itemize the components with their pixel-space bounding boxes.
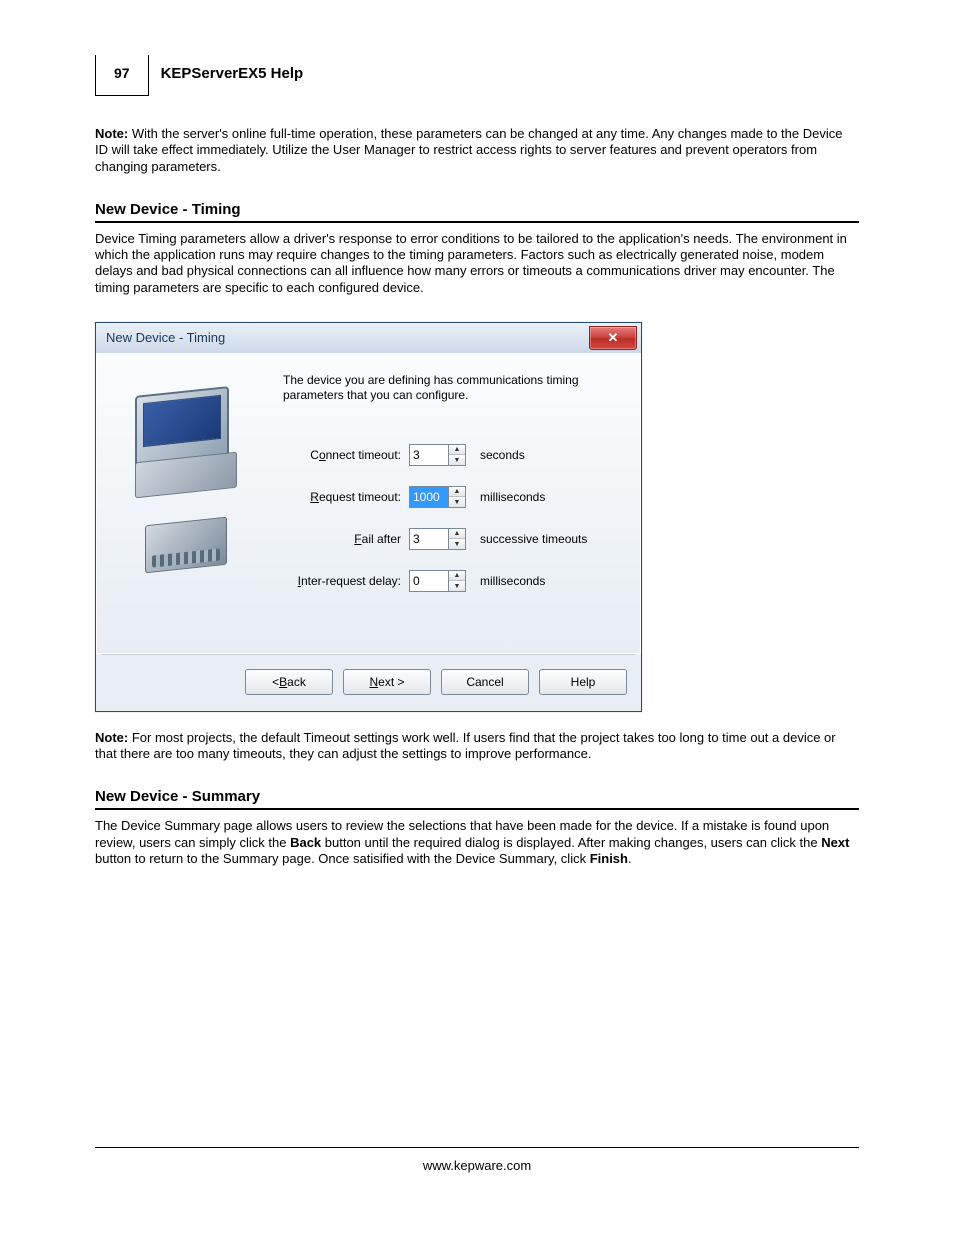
inter-request-row: Inter-request delay: ▲ ▼ milliseconds	[283, 570, 626, 592]
inter-request-label: Inter-request delay:	[283, 574, 401, 588]
fail-after-input[interactable]	[409, 528, 449, 550]
note-label: Note:	[95, 730, 128, 745]
page-footer: www.kepware.com	[95, 1147, 859, 1173]
cancel-button[interactable]: Cancel	[441, 669, 529, 695]
help-button[interactable]: Help	[539, 669, 627, 695]
spin-up-icon[interactable]: ▲	[449, 445, 465, 456]
section-summary-text: The Device Summary page allows users to …	[95, 818, 859, 867]
inter-request-unit: milliseconds	[480, 574, 545, 588]
spin-down-icon[interactable]: ▼	[449, 455, 465, 465]
spin-down-icon[interactable]: ▼	[449, 497, 465, 507]
inter-request-spinner[interactable]: ▲ ▼	[409, 570, 466, 592]
request-timeout-row: Request timeout: ▲ ▼ milliseconds	[283, 486, 626, 508]
note-paragraph-2: Note: For most projects, the default Tim…	[95, 730, 859, 763]
request-timeout-unit: milliseconds	[480, 490, 545, 504]
note-label: Note:	[95, 126, 128, 141]
new-device-timing-dialog: New Device - Timing ✕ The device you are…	[95, 322, 642, 712]
dialog-titlebar: New Device - Timing ✕	[96, 323, 641, 353]
note-text: For most projects, the default Timeout s…	[95, 730, 836, 761]
connect-timeout-spinner[interactable]: ▲ ▼	[409, 444, 466, 466]
dialog-form: The device you are defining has communic…	[283, 373, 626, 643]
connect-timeout-row: Connect timeout: ▲ ▼ seconds	[283, 444, 626, 466]
back-button[interactable]: < Back	[245, 669, 333, 695]
connect-timeout-label: Connect timeout:	[283, 448, 401, 462]
dialog-title: New Device - Timing	[106, 330, 225, 345]
request-timeout-input[interactable]	[409, 486, 449, 508]
dialog-intro-text: The device you are defining has communic…	[283, 373, 626, 404]
section-heading-summary: New Device - Summary	[95, 788, 859, 810]
dialog-body: The device you are defining has communic…	[96, 353, 641, 654]
connect-timeout-unit: seconds	[480, 448, 525, 462]
spinner-buttons: ▲ ▼	[449, 444, 466, 466]
close-icon: ✕	[608, 330, 619, 346]
spin-down-icon[interactable]: ▼	[449, 539, 465, 549]
next-button[interactable]: Next >	[343, 669, 431, 695]
spinner-buttons: ▲ ▼	[449, 570, 466, 592]
monitor-icon	[135, 391, 237, 493]
document-title: KEPServerEX5 Help	[149, 55, 304, 96]
fail-after-row: Fail after ▲ ▼ successive timeouts	[283, 528, 626, 550]
fail-after-label: Fail after	[283, 532, 401, 546]
section-timing-text: Device Timing parameters allow a driver'…	[95, 231, 859, 296]
dialog-footer: < Back Next > Cancel Help	[96, 655, 641, 711]
note-text: With the server's online full-time opera…	[95, 126, 842, 174]
document-page: 97 KEPServerEX5 Help Note: With the serv…	[0, 0, 954, 1213]
close-button[interactable]: ✕	[589, 326, 637, 350]
fail-after-spinner[interactable]: ▲ ▼	[409, 528, 466, 550]
connect-timeout-input[interactable]	[409, 444, 449, 466]
modem-icon	[145, 516, 227, 573]
fail-after-unit: successive timeouts	[480, 532, 587, 546]
footer-url: www.kepware.com	[423, 1158, 531, 1173]
spinner-buttons: ▲ ▼	[449, 486, 466, 508]
inter-request-input[interactable]	[409, 570, 449, 592]
spin-up-icon[interactable]: ▲	[449, 529, 465, 540]
page-number: 97	[95, 55, 149, 96]
dialog-screenshot: New Device - Timing ✕ The device you are…	[95, 322, 859, 712]
page-header: 97 KEPServerEX5 Help	[95, 55, 859, 96]
spin-up-icon[interactable]: ▲	[449, 487, 465, 498]
request-timeout-label: Request timeout:	[283, 490, 401, 504]
note-paragraph-1: Note: With the server's online full-time…	[95, 126, 859, 175]
spinner-buttons: ▲ ▼	[449, 528, 466, 550]
spin-down-icon[interactable]: ▼	[449, 581, 465, 591]
request-timeout-spinner[interactable]: ▲ ▼	[409, 486, 466, 508]
spin-up-icon[interactable]: ▲	[449, 571, 465, 582]
section-heading-timing: New Device - Timing	[95, 201, 859, 223]
dialog-illustration	[111, 373, 261, 643]
